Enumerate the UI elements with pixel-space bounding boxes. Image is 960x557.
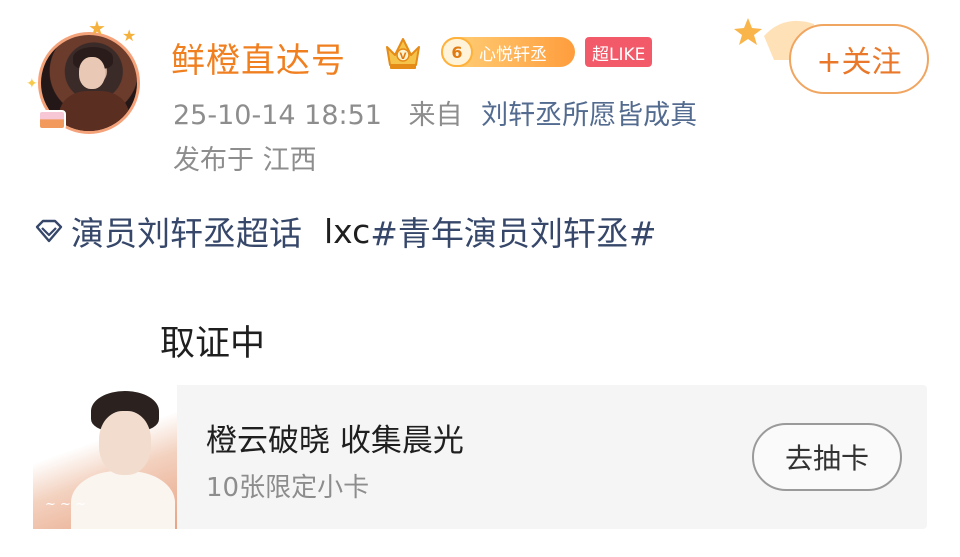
card-subtitle: 10张限定小卡 [206,473,370,503]
avatar-frame[interactable]: ★ ★ ✦ [26,16,148,140]
post-body: 取证中 [160,324,266,364]
weibo-post: ★ ★ ✦ 鲜橙直达号 V 6 心悦轩丞 超LIKE 25-10-14 18:5… [0,0,960,557]
post-text: lxc [324,211,371,251]
follow-button[interactable]: +关注 [789,24,929,94]
card-image-script: ~ ~ ~ [45,497,86,512]
fan-badge[interactable]: 6 心悦轩丞 [441,37,575,67]
fan-group-name: 心悦轩丞 [479,44,547,65]
diamond-chaohua-icon [35,219,63,243]
fan-level: 6 [441,37,473,67]
super-topic-link[interactable]: 演员刘轩丞超话 [71,207,302,255]
hashtag-link[interactable]: #青年演员刘轩丞# [370,207,656,255]
username[interactable]: 鲜橙直达号 [171,33,346,82]
svg-text:V: V [400,52,407,62]
card-title: 橙云破晓 收集晨光 [206,423,464,459]
crown-icon[interactable]: V [383,33,423,71]
star-icon: ✦ [26,76,38,92]
draw-card-button[interactable]: 去抽卡 [752,423,902,491]
super-like-badge[interactable]: 超LIKE [585,37,653,67]
cake-icon [38,110,66,130]
post-meta: 25-10-14 18:51 来自 刘轩丞所愿皆成真 [173,93,697,132]
star-icon: ★ [88,16,106,40]
card-promo[interactable]: ~ ~ ~ 橙云破晓 收集晨光 10张限定小卡 去抽卡 [33,385,927,529]
post-topic-line: 演员刘轩丞超话 lxc #青年演员刘轩丞# [33,207,657,255]
timestamp: 25-10-14 18:51 [173,100,382,131]
location: 发布于 江西 [173,145,317,176]
source-label: 来自 [408,100,463,131]
star-icon: ★ [122,26,137,45]
card-image[interactable]: ~ ~ ~ [33,385,177,529]
source-link[interactable]: 刘轩丞所愿皆成真 [481,100,697,131]
